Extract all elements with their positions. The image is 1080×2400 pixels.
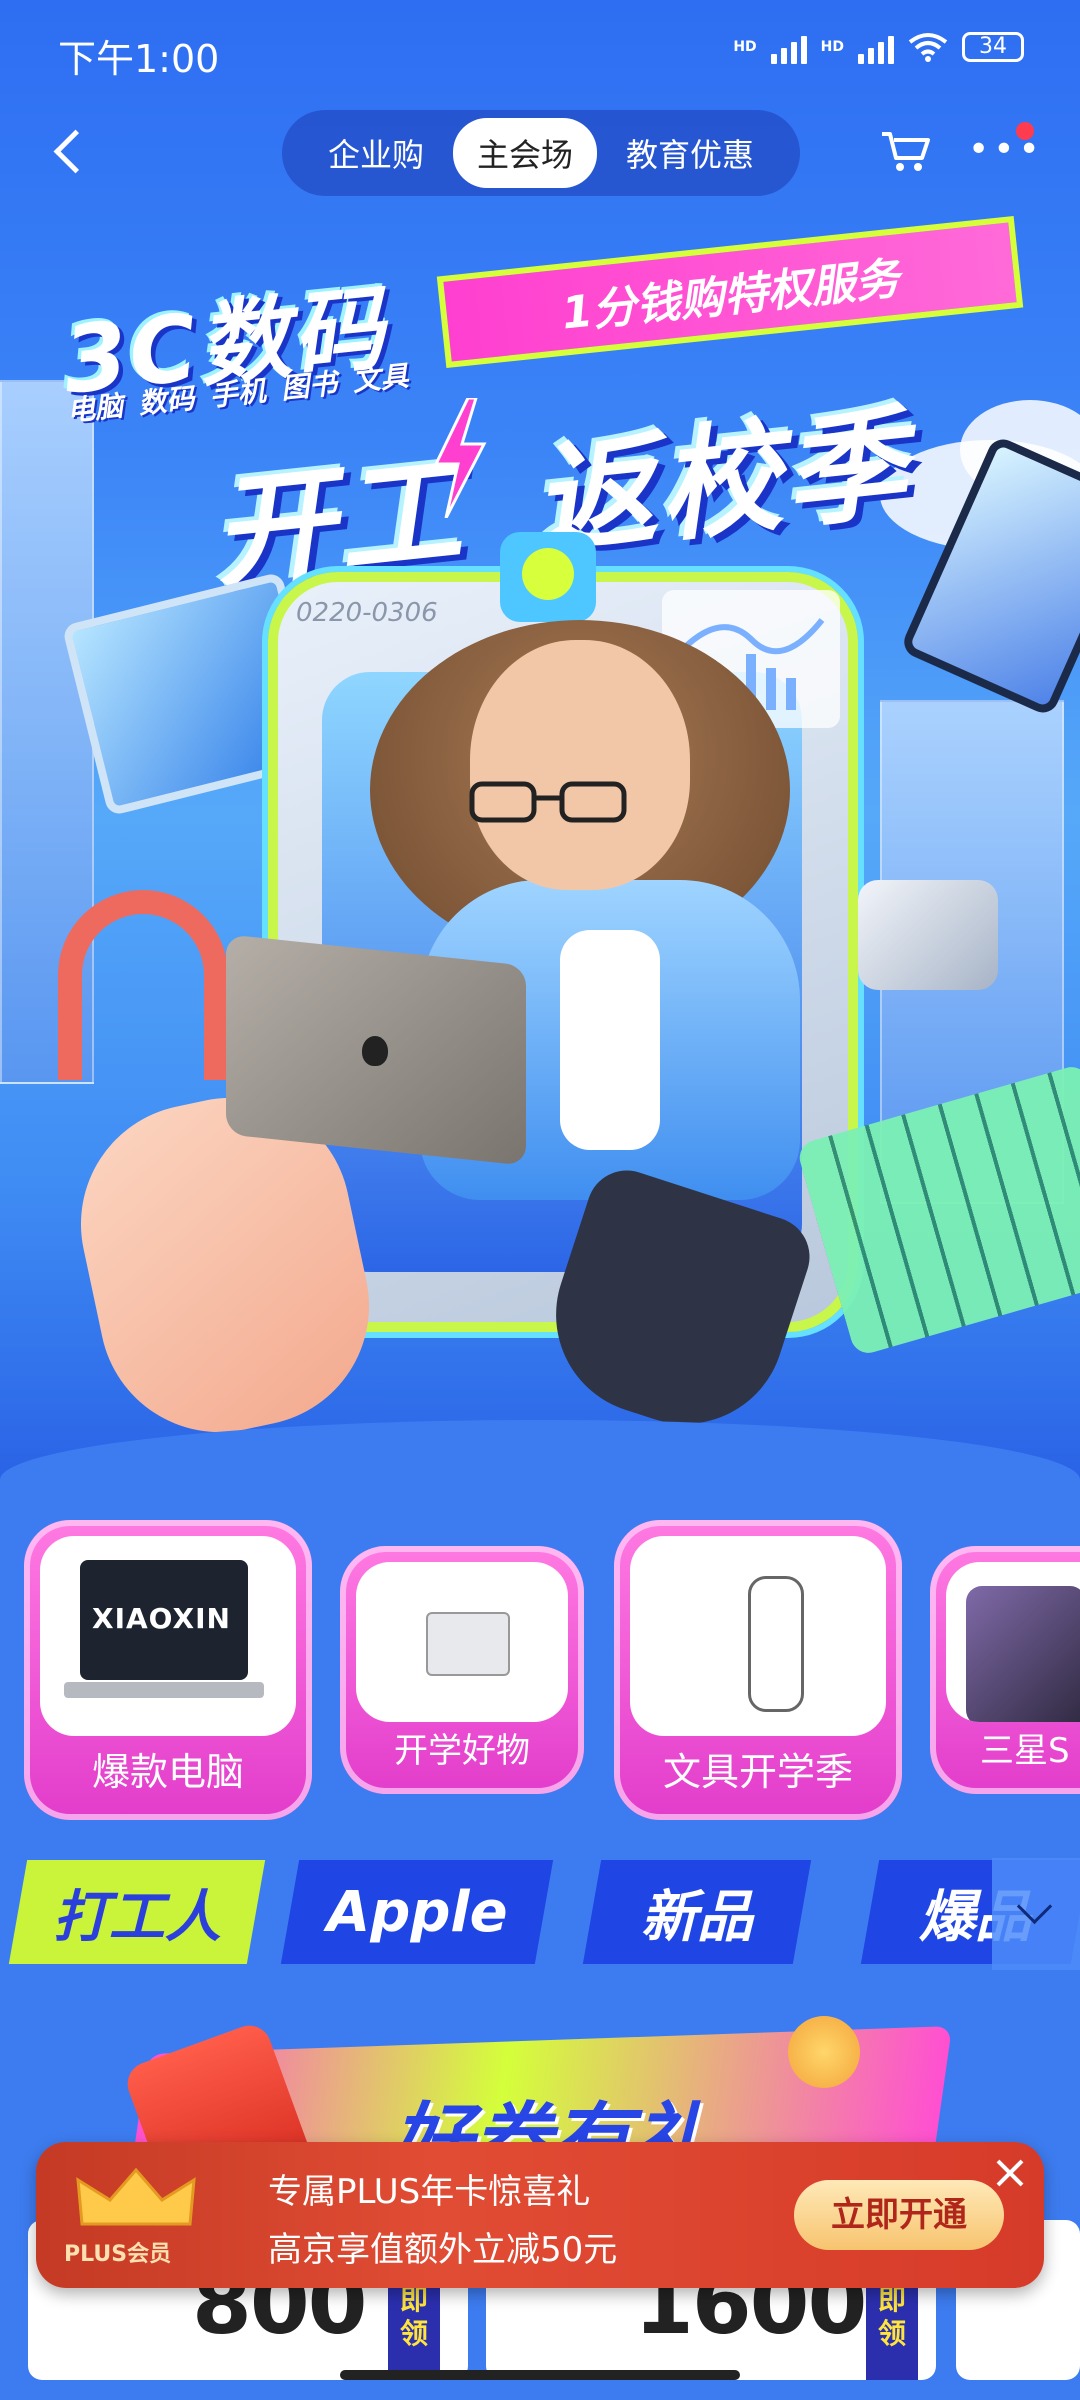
headphones-illustration — [58, 890, 228, 1080]
category-image: XIAOXIN — [40, 1536, 296, 1736]
signal-icon — [770, 30, 807, 64]
category-image — [356, 1562, 568, 1722]
camera-illustration — [858, 880, 998, 990]
character-shirt — [560, 930, 660, 1150]
category-label: 文具开学季 — [662, 1750, 853, 1794]
plus-subline: 高京享值额外立减50元 — [268, 2230, 618, 2270]
category-card[interactable]: 开学好物 — [340, 1546, 584, 1794]
claim-char: 领 — [877, 2317, 906, 2350]
camera-notch — [500, 532, 596, 622]
category-label: 三星S — [980, 1731, 1070, 1771]
stationery-image — [748, 1576, 804, 1712]
brand-tab-new[interactable]: 新品 — [582, 1860, 812, 1964]
status-bar: 下午1:00 HD HD 34 — [0, 0, 1080, 100]
brand-tab-worker[interactable]: 打工人 — [8, 1860, 266, 1964]
plus-badge: PLUS会员 — [64, 2242, 172, 2267]
brand-tab-label: 打工人 — [53, 1884, 221, 1950]
category-row: XIAOXIN 爆款电脑 开学好物 文具开学季 三星S — [24, 1520, 1080, 1820]
brand-tab-label: 新品 — [641, 1884, 753, 1950]
claim-char: 即 — [399, 2283, 428, 2316]
category-card[interactable]: XIAOXIN 爆款电脑 — [24, 1520, 312, 1820]
open-membership-button[interactable]: 立即开通 — [794, 2180, 1004, 2250]
hd-label: HD — [820, 39, 844, 55]
lightning-icon — [433, 398, 487, 518]
close-icon[interactable] — [988, 2152, 1032, 2196]
category-label: 爆款电脑 — [91, 1750, 244, 1794]
phone-image — [966, 1586, 1080, 1722]
claim-char: 领 — [399, 2317, 428, 2350]
crown-icon — [76, 2168, 196, 2226]
tab-enterprise[interactable]: 企业购 — [304, 118, 448, 188]
date-range: 0220-0306 — [296, 598, 438, 628]
more-dots-icon[interactable]: ••• — [968, 132, 1040, 168]
plus-membership-banner[interactable]: PLUS会员 专属PLUS年卡惊喜礼 高京享值额外立减50元 立即开通 — [36, 2142, 1044, 2288]
laptop-base — [64, 1682, 264, 1698]
hd-label: HD — [733, 39, 757, 55]
back-icon[interactable] — [48, 128, 94, 174]
chevron-down-icon[interactable] — [992, 1858, 1080, 1970]
category-label: 开学好物 — [394, 1731, 530, 1771]
status-icons: HD HD 34 — [733, 30, 1024, 64]
category-card[interactable]: 文具开学季 — [614, 1520, 902, 1820]
cart-icon[interactable] — [880, 128, 932, 174]
wifi-icon — [908, 33, 948, 62]
battery-icon: 34 — [962, 32, 1024, 62]
apple-logo-icon — [362, 1036, 388, 1066]
brand-tabs: 打工人 Apple 新品 爆品 — [0, 1860, 1080, 1970]
top-tabs: 企业购 主会场 教育优惠 — [282, 110, 800, 196]
glasses-icon — [469, 781, 627, 823]
status-time: 下午1:00 — [58, 37, 220, 81]
coin-icon — [788, 2016, 860, 2088]
tab-education[interactable]: 教育优惠 — [602, 118, 778, 188]
laptop-brand-text: XIAOXIN — [92, 1602, 231, 1635]
claim-char: 即 — [877, 2283, 906, 2316]
category-image — [630, 1536, 886, 1736]
tab-main-venue[interactable]: 主会场 — [452, 118, 597, 188]
brand-tab-apple[interactable]: Apple — [280, 1860, 554, 1964]
category-image — [946, 1562, 1080, 1722]
category-card[interactable]: 三星S — [930, 1546, 1080, 1794]
notification-dot — [1016, 122, 1034, 140]
plus-headline: 专属PLUS年卡惊喜礼 — [268, 2172, 591, 2212]
home-indicator — [340, 2370, 740, 2380]
character-face — [470, 640, 690, 890]
brand-tab-label: Apple — [326, 1879, 508, 1945]
printer-image — [426, 1612, 510, 1676]
signal-icon — [858, 30, 894, 64]
